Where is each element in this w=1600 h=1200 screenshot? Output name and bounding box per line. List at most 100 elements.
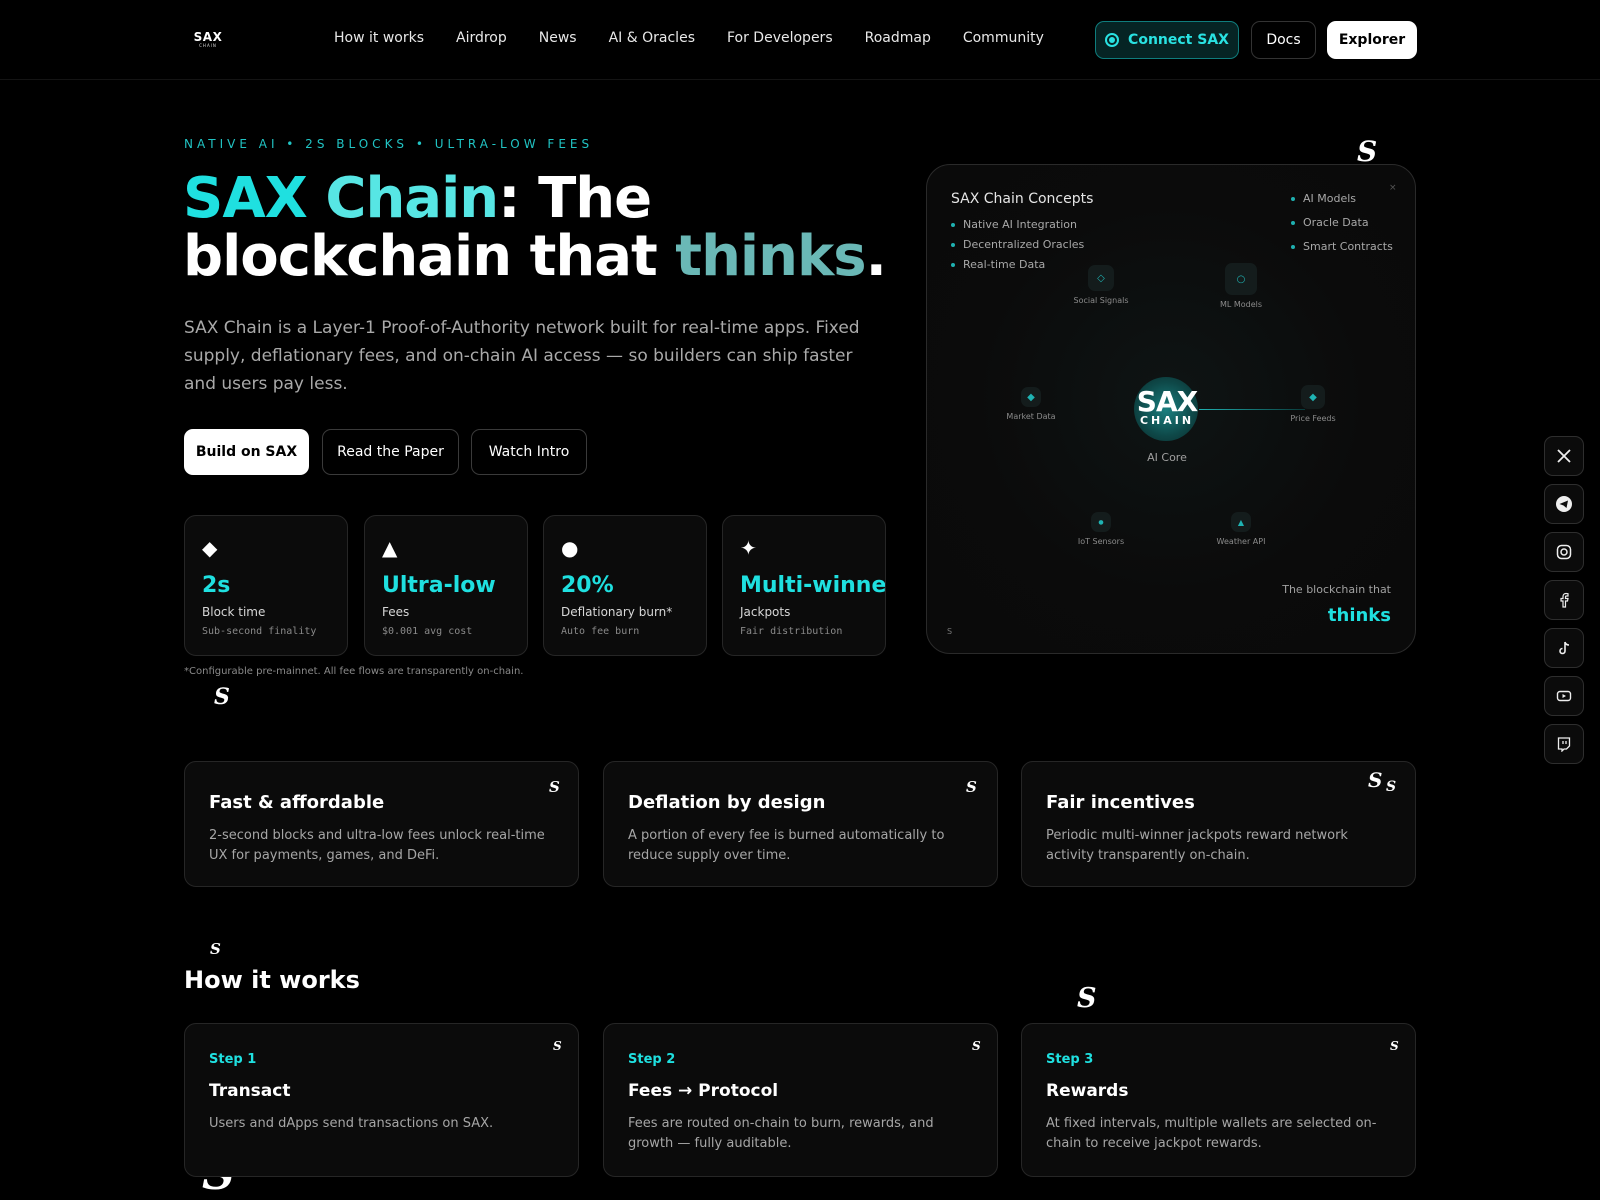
title-blockchain-that: blockchain that	[183, 224, 676, 289]
connect-icon	[1105, 33, 1120, 47]
node-label: Price Feeds	[1290, 414, 1336, 423]
telegram-icon[interactable]	[1544, 484, 1584, 524]
ai-core-logo: SAX CHAIN	[1127, 385, 1207, 427]
sax-s-mark-icon: S	[1386, 779, 1397, 795]
panel-tagline: The blockchain that	[1282, 583, 1391, 596]
hero-description: SAX Chain is a Layer-1 Proof-of-Authorit…	[184, 318, 860, 394]
stat-value: Ultra-low	[382, 573, 496, 598]
youtube-icon[interactable]	[1544, 676, 1584, 716]
sax-s-mark-icon: S	[553, 1039, 562, 1053]
stat-sub: Fair distribution	[740, 626, 843, 637]
stat-value: 2s	[202, 573, 231, 598]
hero-eyebrow: NATIVE AI • 2S BLOCKS • ULTRA-LOW FEES	[184, 137, 594, 151]
title-sax: SAX	[183, 166, 326, 231]
facebook-icon[interactable]	[1544, 580, 1584, 620]
feature-title: Fast & affordable	[209, 792, 385, 813]
concept-list-right: AI Models Oracle Data Smart Contracts	[1291, 187, 1393, 259]
feature-description: A portion of every fee is burned automat…	[628, 828, 945, 863]
sax-s-mark-icon: S	[214, 684, 230, 710]
dot-icon: ●	[1091, 512, 1111, 532]
step-card-2: S Step 2 Fees → Protocol Fees are routed…	[603, 1023, 998, 1177]
nav-link-airdrop[interactable]: Airdrop	[456, 30, 507, 46]
core-logo-text: SAX	[1136, 385, 1198, 418]
step-description: Users and dApps send transactions on SAX…	[209, 1116, 494, 1131]
nav-link-news[interactable]: News	[539, 30, 577, 46]
sax-s-mark-icon: S	[210, 940, 221, 958]
connection-line	[1199, 409, 1305, 410]
stat-label: Fees	[382, 605, 410, 619]
watch-intro-button[interactable]: Watch Intro	[471, 429, 587, 475]
list-item: Oracle Data	[1291, 211, 1393, 235]
nav-link-how-it-works[interactable]: How it works	[334, 30, 424, 46]
tiktok-icon[interactable]	[1544, 628, 1584, 668]
how-it-works-title: How it works	[184, 966, 360, 994]
hero-title: SAX Chain: The blockchain that thinks.	[183, 170, 887, 289]
list-item: AI Models	[1291, 187, 1393, 211]
node-label: Market Data	[1006, 412, 1056, 421]
logo-text: SAX	[193, 30, 223, 44]
circle-outline-icon: ○	[1225, 263, 1257, 295]
nav-link-roadmap[interactable]: Roadmap	[865, 30, 931, 46]
step-card-1: S Step 1 Transact Users and dApps send t…	[184, 1023, 579, 1177]
stat-label: Deflationary burn*	[561, 605, 673, 619]
stat-value: 20%	[561, 573, 614, 598]
step-title: Transact	[209, 1081, 291, 1101]
read-paper-button[interactable]: Read the Paper	[322, 429, 459, 475]
nav-link-community[interactable]: Community	[963, 30, 1044, 46]
title-chain: Chain	[325, 166, 499, 231]
stat-card-fees: ▲ Ultra-low Fees $0.001 avg cost	[364, 515, 528, 656]
instagram-icon[interactable]	[1544, 532, 1584, 572]
stat-card-jackpots: ✦ Multi-winner Jackpots Fair distributio…	[722, 515, 886, 656]
docs-button[interactable]: Docs	[1251, 21, 1316, 59]
twitch-icon[interactable]	[1544, 724, 1584, 764]
node-price-feeds[interactable]: ◆ Price Feeds	[1273, 385, 1353, 423]
x-icon[interactable]	[1544, 436, 1584, 476]
node-social-signals[interactable]: ◇ Social Signals	[1061, 265, 1141, 305]
node-market-data[interactable]: ◆ Market Data	[991, 387, 1071, 421]
explorer-button[interactable]: Explorer	[1327, 21, 1417, 59]
stat-label: Jackpots	[740, 605, 791, 619]
panel-corner-mark: S	[947, 627, 953, 636]
node-label: ML Models	[1219, 300, 1263, 309]
stat-card-block-time: ◆ 2s Block time Sub-second finality	[184, 515, 348, 656]
feature-title: Fair incentives	[1046, 792, 1195, 813]
panel-title: SAX Chain Concepts	[951, 191, 1094, 207]
feature-title: Deflation by design	[628, 792, 826, 813]
triangle-icon: ▲	[1231, 512, 1251, 532]
diamond-outline-icon: ◇	[1088, 265, 1114, 291]
sparkle-icon: ✦	[740, 536, 757, 560]
nav-link-developers[interactable]: For Developers	[727, 30, 833, 46]
list-item: Smart Contracts	[1291, 235, 1393, 259]
sax-s-mark-icon: S	[1077, 983, 1097, 1014]
step-description: Fees are routed on-chain to burn, reward…	[628, 1116, 934, 1151]
step-title: Rewards	[1046, 1081, 1129, 1101]
close-icon[interactable]: ×	[1389, 183, 1397, 193]
title-period: .	[865, 224, 887, 289]
node-ml-models[interactable]: ○ ML Models	[1201, 263, 1281, 309]
stat-value: Multi-winner	[740, 573, 886, 598]
top-navbar: SAX CHAIN How it works Airdrop News AI &…	[0, 0, 1600, 80]
step-label: Step 1	[209, 1052, 257, 1067]
node-iot-sensors[interactable]: ● IoT Sensors	[1061, 512, 1141, 546]
node-label: Weather API	[1216, 537, 1266, 546]
node-weather-api[interactable]: ▲ Weather API	[1201, 512, 1281, 546]
feature-description: 2-second blocks and ultra-low fees unloc…	[209, 828, 545, 863]
dot-icon: ◆	[1021, 387, 1041, 407]
feature-card-deflation: S Deflation by design A portion of every…	[603, 761, 998, 887]
panel-tagline-accent: thinks	[1327, 605, 1391, 626]
sax-s-mark-icon: S	[1357, 135, 1378, 168]
sax-s-mark-icon: S	[1368, 768, 1383, 792]
stat-sub: Auto fee burn	[561, 626, 640, 637]
connect-label: Connect SAX	[1128, 32, 1229, 48]
nav-link-ai-oracles[interactable]: AI & Oracles	[609, 30, 695, 46]
feature-card-fast: S Fast & affordable 2-second blocks and …	[184, 761, 579, 887]
sax-logo[interactable]: SAX CHAIN	[192, 30, 224, 48]
build-on-sax-button[interactable]: Build on SAX	[184, 429, 309, 475]
step-label: Step 2	[628, 1052, 676, 1067]
stat-sub: $0.001 avg cost	[382, 626, 473, 637]
connect-sax-button[interactable]: Connect SAX	[1095, 21, 1239, 59]
nav-links: How it works Airdrop News AI & Oracles F…	[334, 30, 1076, 46]
sax-s-mark-icon: S	[549, 778, 560, 796]
list-item: Decentralized Oracles	[951, 235, 1084, 255]
step-label: Step 3	[1046, 1052, 1094, 1067]
